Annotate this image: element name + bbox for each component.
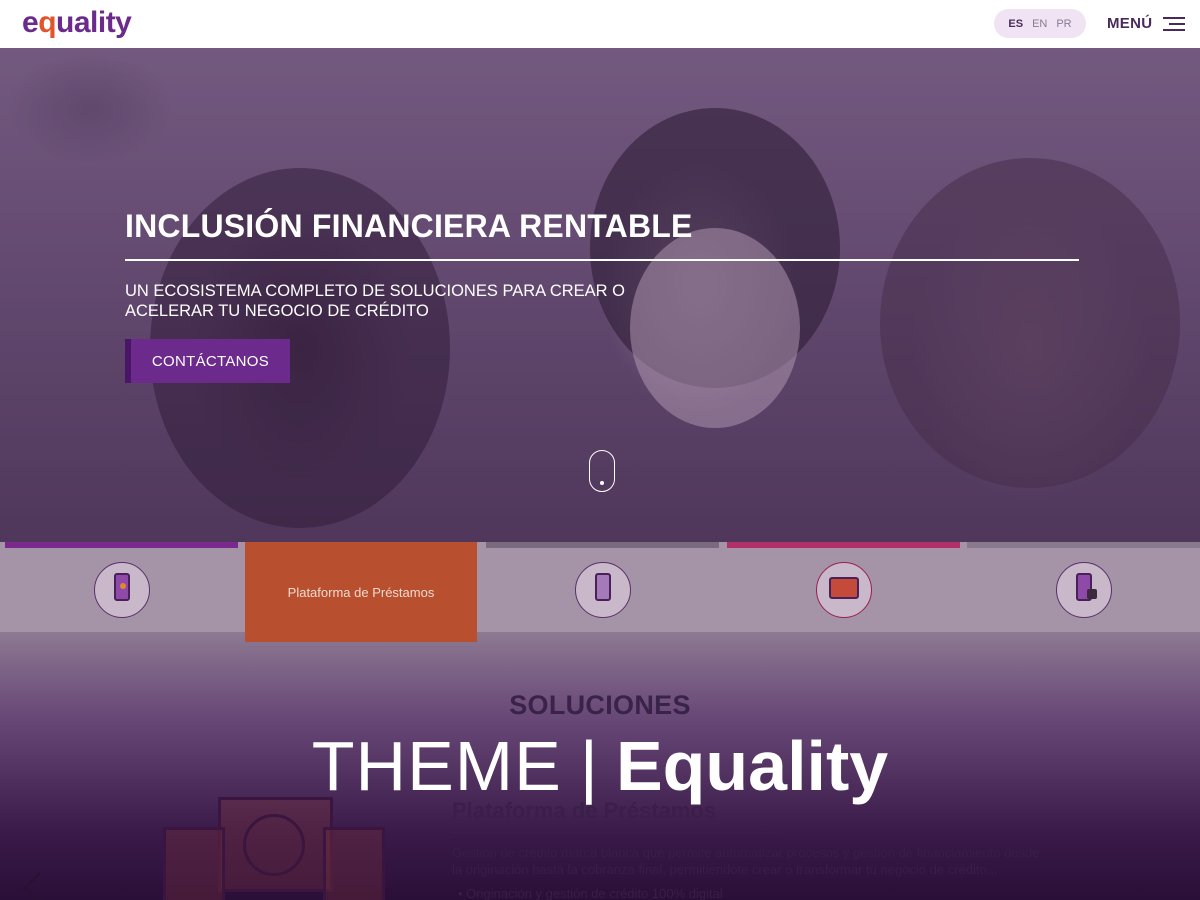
language-switcher: ES EN PR xyxy=(994,9,1086,38)
solutions-section: SOLUCIONES Plataforma de Préstamos Gesti… xyxy=(0,632,1200,900)
theme-overlay-title: THEME | Equality xyxy=(0,724,1200,808)
solution-tile-5[interactable] xyxy=(967,542,1200,634)
top-header: equality ES EN PR MENÚ xyxy=(0,0,1200,48)
lang-en[interactable]: EN xyxy=(1032,18,1047,30)
lang-es[interactable]: ES xyxy=(1008,18,1023,30)
solution-item-text: Gestión de crédito marca blanca que perm… xyxy=(452,845,1040,877)
hero-divider xyxy=(125,259,1079,261)
hero-banner: INCLUSIÓN FINANCIERA RENTABLE UN ECOSIST… xyxy=(0,48,1200,542)
theme-separator: | xyxy=(579,727,598,805)
hero-subtitle: UN ECOSISTEMA COMPLETO DE SOLUCIONES PAR… xyxy=(125,282,625,320)
phone-bag-icon xyxy=(1056,562,1112,618)
theme-label: THEME xyxy=(311,727,562,805)
menu-label[interactable]: MENÚ xyxy=(1107,15,1152,32)
chevron-left-icon[interactable] xyxy=(23,872,55,900)
hamburger-menu-icon[interactable] xyxy=(1163,17,1185,31)
logo-text-q: q xyxy=(38,6,57,39)
solution-tile-3[interactable] xyxy=(486,542,719,634)
phone-user-icon xyxy=(94,562,150,618)
equality-logo[interactable]: equality xyxy=(22,6,132,40)
theme-name: Equality xyxy=(615,727,889,805)
loan-platform-illustration xyxy=(163,792,388,900)
lang-pr[interactable]: PR xyxy=(1056,18,1071,30)
store-icon xyxy=(816,562,872,618)
solutions-heading: SOLUCIONES xyxy=(509,690,691,720)
logo-text-suffix: uality xyxy=(56,6,132,39)
solution-tile-4[interactable] xyxy=(727,542,960,634)
solution-tile-active[interactable]: Plataforma de Préstamos xyxy=(245,542,477,642)
logo-text-prefix: e xyxy=(22,6,39,39)
phone-icon xyxy=(575,562,631,618)
contact-button[interactable]: CONTÁCTANOS xyxy=(125,339,290,383)
solution-tile-1[interactable] xyxy=(5,542,238,634)
solution-item-bullet: • Originación y gestión de crédito 100% … xyxy=(458,886,723,900)
hero-title: INCLUSIÓN FINANCIERA RENTABLE xyxy=(125,208,693,244)
solution-item-divider xyxy=(452,832,778,833)
scroll-down-icon[interactable] xyxy=(589,450,615,492)
